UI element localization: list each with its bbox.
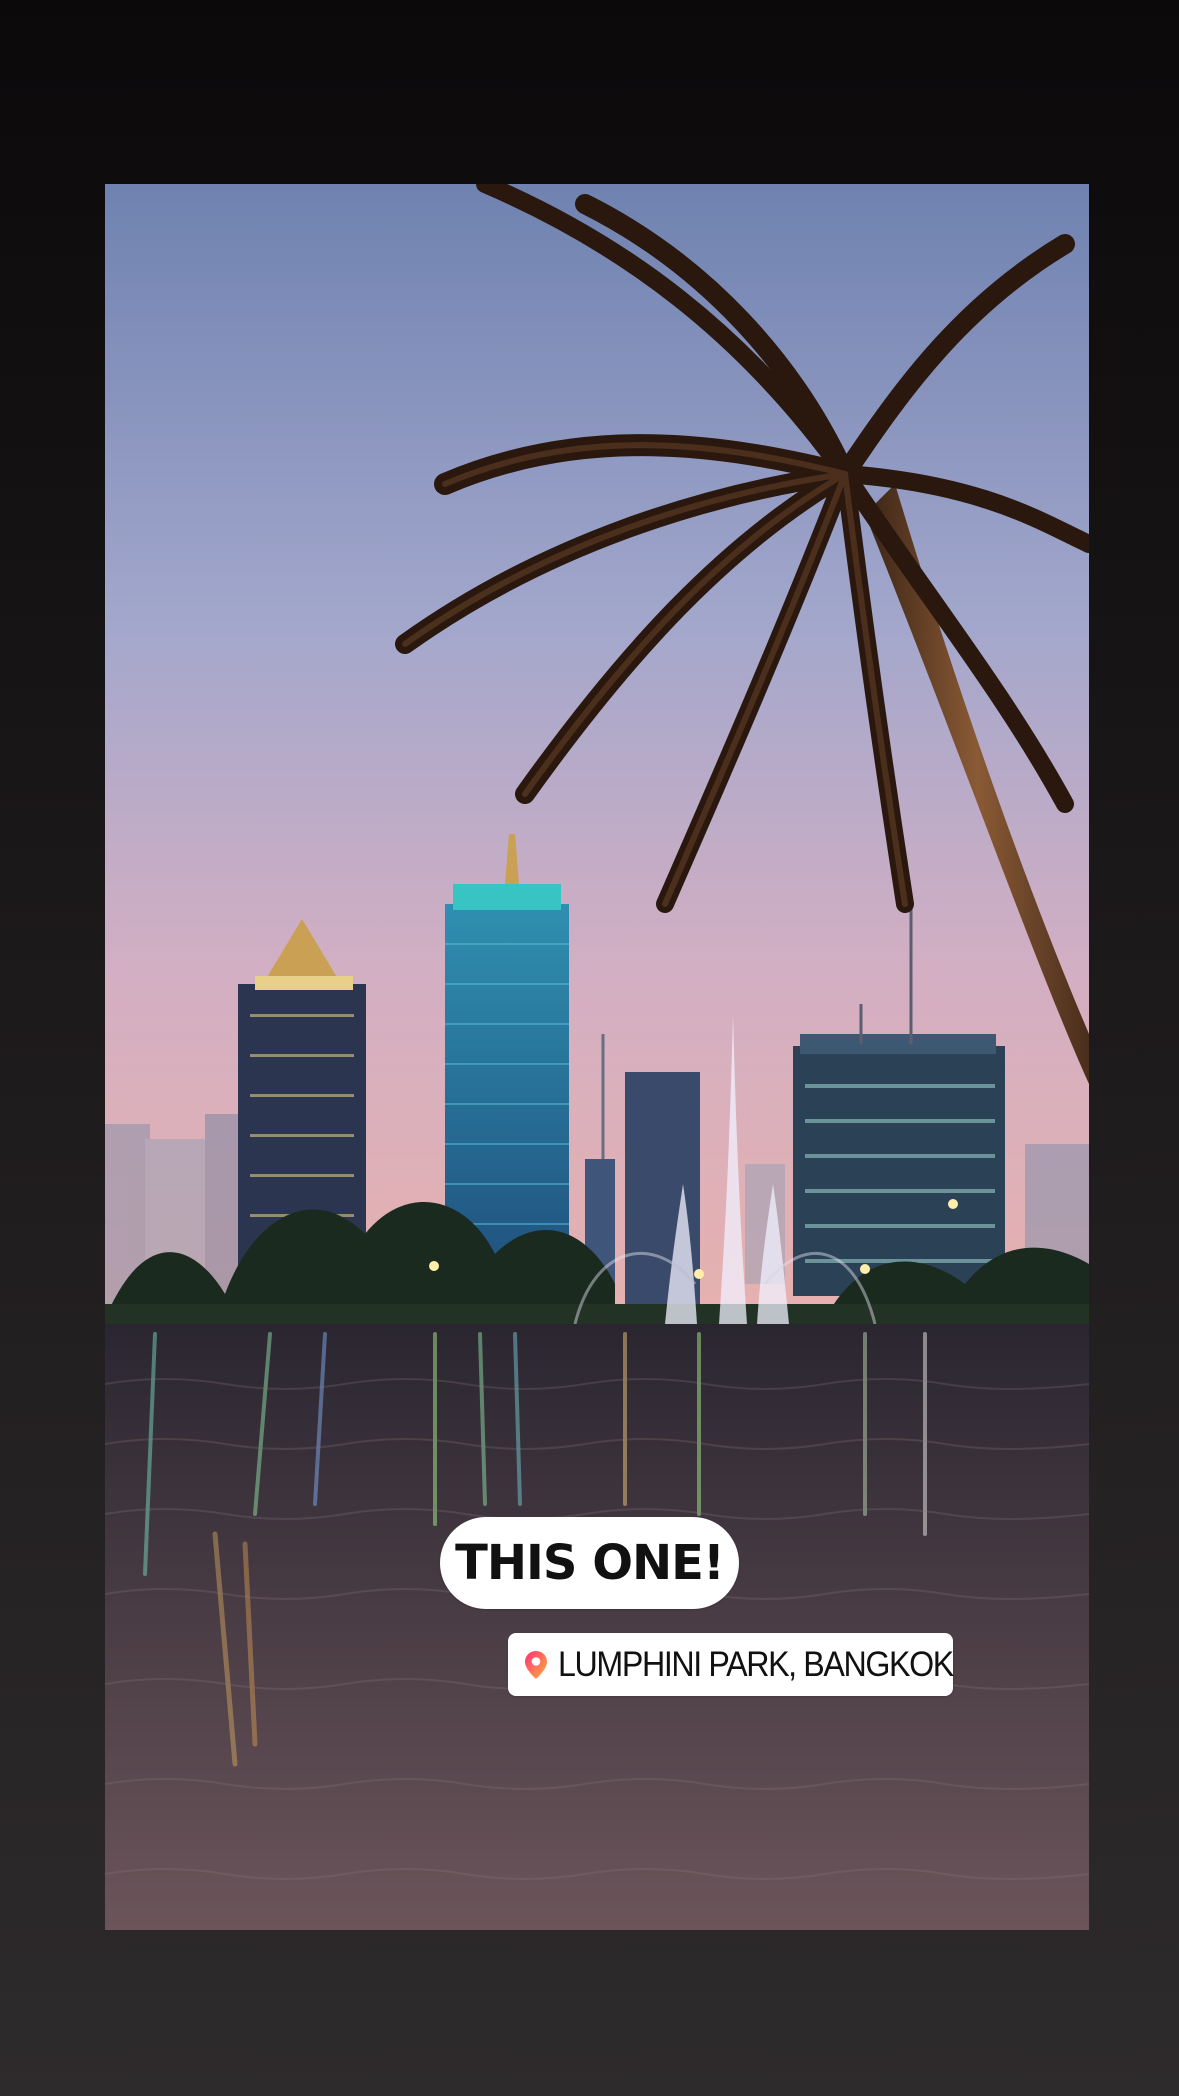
location-pin-icon <box>525 1650 547 1679</box>
story-viewer: THIS ONE! LUMPHINI PARK, BANGKOK <box>0 0 1179 2096</box>
location-sticker[interactable]: LUMPHINI PARK, BANGKOK <box>508 1633 954 1696</box>
location-label: LUMPHINI PARK, BANGKOK <box>558 1644 954 1684</box>
text-sticker[interactable]: THIS ONE! <box>440 1517 739 1609</box>
